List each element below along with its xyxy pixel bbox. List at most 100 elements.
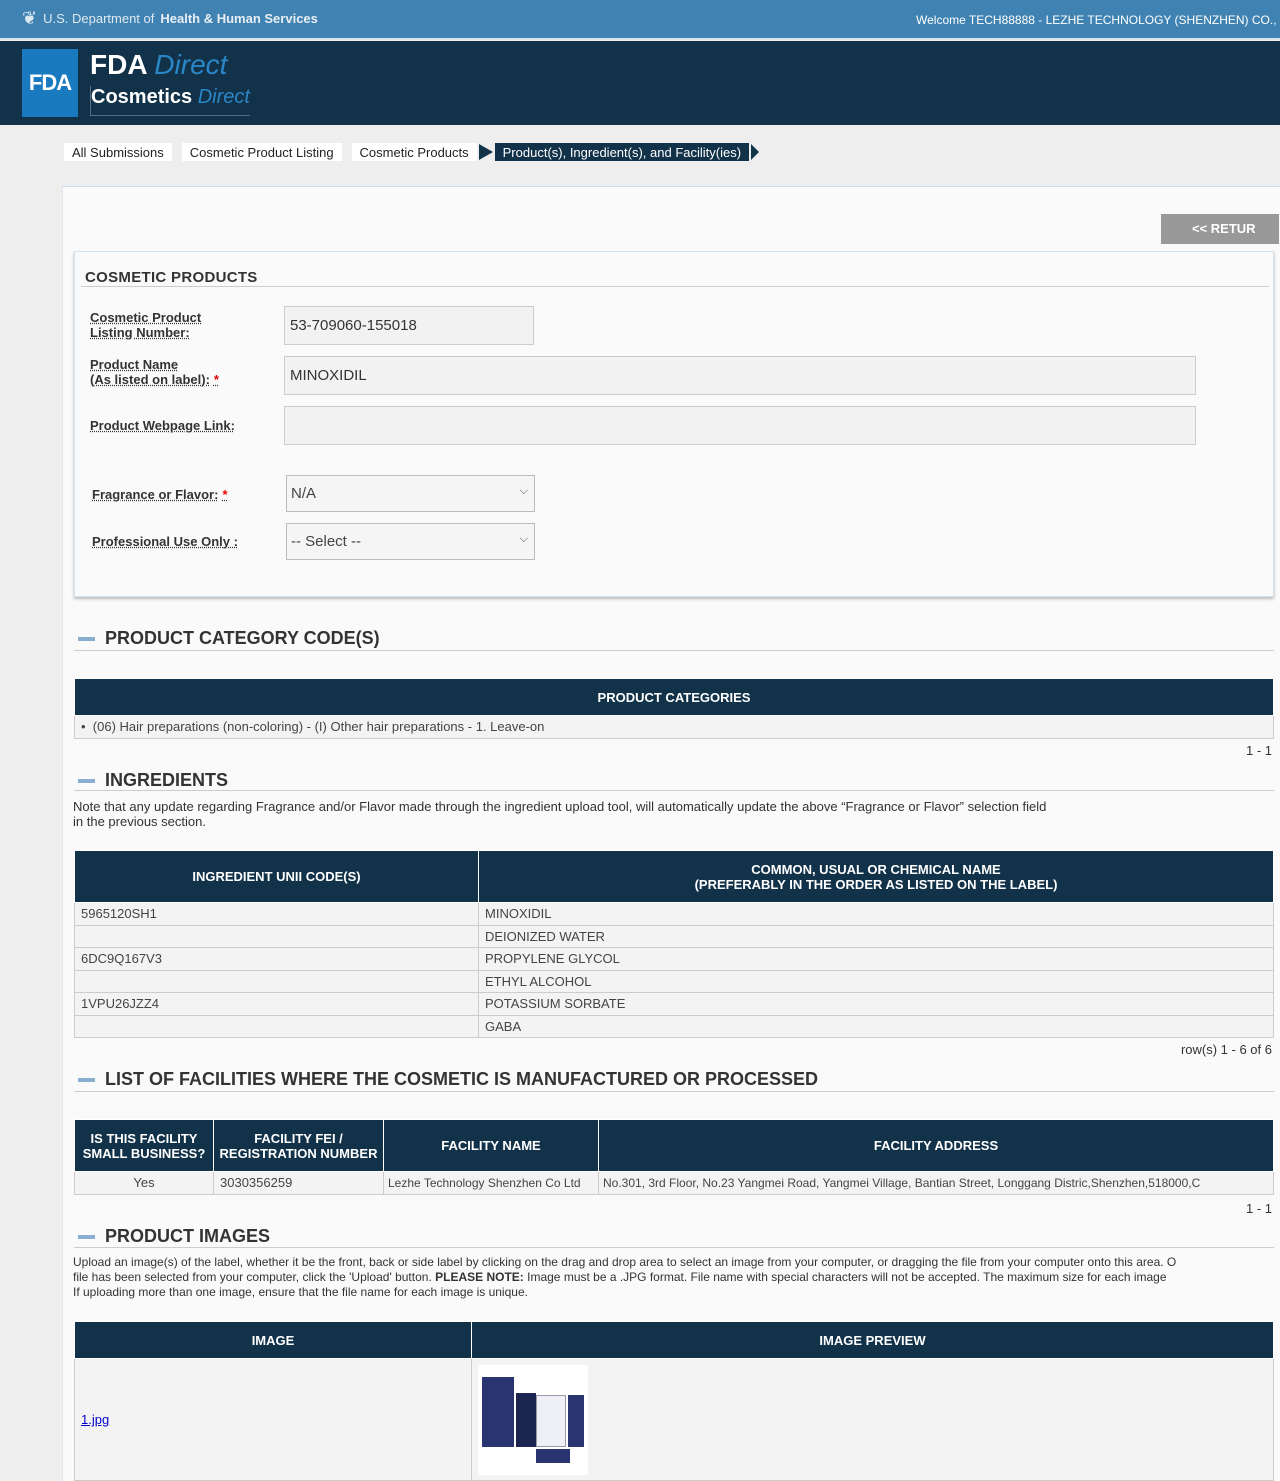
table-row: 1.jpg bbox=[74, 1358, 1274, 1481]
professional-use-select[interactable]: -- Select -- ⌵ bbox=[286, 523, 535, 560]
product-name-label: Product Name (As listed on label): * bbox=[90, 357, 219, 387]
image-file-cell: 1.jpg bbox=[74, 1358, 472, 1481]
hhs-name: Health & Human Services bbox=[160, 11, 318, 26]
unii-cell: 5965120SH1 bbox=[74, 902, 479, 926]
unii-cell: 1VPU26JZZ4 bbox=[74, 992, 479, 1016]
categories-table: PRODUCT CATEGORIES • (06) Hair preparati… bbox=[74, 678, 1274, 739]
fragrance-value: N/A bbox=[291, 485, 317, 502]
collapse-icon[interactable] bbox=[78, 1234, 95, 1239]
chemical-name-cell: GABA bbox=[478, 1014, 1274, 1038]
categories-pager: 1 - 1 bbox=[1245, 743, 1272, 758]
unii-cell bbox=[74, 969, 479, 993]
brand-cosmetics: Cosmetics bbox=[91, 86, 193, 108]
cosmetic-products-form: COSMETIC PRODUCTS Cosmetic Product Listin… bbox=[74, 251, 1274, 597]
webpage-link-label: Product Webpage Link: bbox=[90, 418, 235, 433]
col-chemical-name: COMMON, USUAL OR CHEMICAL NAME (PREFERABL… bbox=[478, 850, 1274, 903]
image-file-link[interactable]: 1.jpg bbox=[81, 1412, 109, 1427]
breadcrumb-all-submissions[interactable]: All Submissions bbox=[64, 143, 172, 161]
ingredients-pager: row(s) 1 - 6 of 6 bbox=[1180, 1042, 1272, 1057]
images-section-header[interactable]: PRODUCT IMAGES bbox=[78, 1226, 270, 1247]
ingredients-section-header[interactable]: INGREDIENTS bbox=[78, 770, 228, 791]
col-product-categories: PRODUCT CATEGORIES bbox=[74, 678, 1274, 716]
breadcrumb-current: Product(s), Ingredient(s), and Facility(… bbox=[478, 143, 760, 161]
col-image-preview: IMAGE PREVIEW bbox=[471, 1321, 1274, 1359]
thumbnail-box-label bbox=[536, 1394, 566, 1447]
main-panel: << RETUR COSMETIC PRODUCTS Cosmetic Prod… bbox=[62, 186, 1280, 1481]
fragrance-label: Fragrance or Flavor: * bbox=[92, 487, 228, 502]
col-unii: INGREDIENT UNII CODE(S) bbox=[74, 850, 479, 903]
table-row: • (06) Hair preparations (non-coloring) … bbox=[74, 715, 1274, 739]
breadcrumb-cosmetic-products[interactable]: Cosmetic Products bbox=[351, 143, 477, 161]
product-name-field[interactable]: MINOXIDIL bbox=[284, 356, 1196, 395]
fei-cell: 3030356259 bbox=[213, 1171, 384, 1195]
facility-address-cell: No.301, 3rd Floor, No.23 Yangmei Road, Y… bbox=[598, 1171, 1274, 1195]
site-header: FDA FDA Direct Cosmetics Direct bbox=[0, 41, 1280, 125]
cosmetics-direct-brand: Cosmetics Direct bbox=[90, 86, 250, 116]
divider bbox=[74, 1091, 1274, 1092]
chemical-name-cell: MINOXIDIL bbox=[478, 902, 1274, 926]
images-title: PRODUCT IMAGES bbox=[105, 1226, 271, 1246]
ingredients-title: INGREDIENTS bbox=[105, 770, 229, 790]
small-business-cell: Yes bbox=[74, 1171, 214, 1195]
collapse-icon[interactable] bbox=[78, 1077, 95, 1082]
hhs-eagle-icon: ❦ bbox=[22, 8, 38, 28]
divider bbox=[74, 650, 1274, 651]
thumbnail-box-bottom bbox=[536, 1448, 570, 1463]
thumbnail-box-back bbox=[568, 1394, 584, 1447]
categories-title: PRODUCT CATEGORY CODE(S) bbox=[105, 628, 380, 648]
categories-section-header[interactable]: PRODUCT CATEGORY CODE(S) bbox=[78, 628, 380, 649]
divider bbox=[74, 790, 1274, 791]
hhs-prefix: U.S. Department of bbox=[43, 11, 155, 26]
unii-cell: 6DC9Q167V3 bbox=[74, 947, 479, 971]
divider bbox=[81, 286, 1269, 287]
chevron-down-icon: ⌵ bbox=[519, 533, 528, 545]
welcome-text: Welcome TECH88888 - LEZHE TECHNOLOGY (SH… bbox=[916, 13, 1280, 27]
table-row: DEIONIZED WATER bbox=[74, 924, 1274, 948]
collapse-icon[interactable] bbox=[78, 778, 95, 783]
unii-cell bbox=[74, 1014, 479, 1038]
table-row: 1VPU26JZZ4 POTASSIUM SORBATE bbox=[74, 992, 1274, 1016]
chemical-name-cell: PROPYLENE GLYCOL bbox=[478, 947, 1274, 971]
facility-name-cell: Lezhe Technology Shenzhen Co Ltd bbox=[383, 1171, 599, 1195]
facilities-section-header[interactable]: LIST OF FACILITIES WHERE THE COSMETIC IS… bbox=[78, 1069, 818, 1090]
listing-number-label: Cosmetic Product Listing Number: bbox=[90, 310, 202, 340]
fda-logo[interactable]: FDA bbox=[22, 49, 78, 117]
thumbnail-box-side bbox=[516, 1392, 536, 1447]
table-row: ETHYL ALCOHOL bbox=[74, 969, 1274, 993]
chemical-name-cell: DEIONIZED WATER bbox=[478, 924, 1274, 948]
col-facility-name: FACILITY NAME bbox=[383, 1119, 599, 1172]
chemical-name-cell: ETHYL ALCOHOL bbox=[478, 969, 1274, 993]
divider bbox=[74, 1247, 1274, 1248]
webpage-link-field[interactable] bbox=[284, 406, 1196, 445]
chevron-down-icon: ⌵ bbox=[519, 485, 528, 497]
thumbnail-box-front bbox=[482, 1376, 514, 1447]
facilities-title: LIST OF FACILITIES WHERE THE COSMETIC IS… bbox=[105, 1069, 819, 1089]
hhs-topbar: ❦ U.S. Department of Health & Human Serv… bbox=[0, 0, 1280, 40]
brand-direct: Direct bbox=[154, 49, 228, 80]
brand-fda: FDA bbox=[90, 49, 147, 80]
facilities-table: IS THIS FACILITY SMALL BUSINESS? FACILITY… bbox=[74, 1119, 1274, 1195]
chemical-name-cell: POTASSIUM SORBATE bbox=[478, 992, 1274, 1016]
hhs-link[interactable]: ❦ U.S. Department of Health & Human Serv… bbox=[22, 8, 318, 29]
breadcrumb-cosmetic-product-listing[interactable]: Cosmetic Product Listing bbox=[181, 143, 342, 161]
images-note: Upload an image(s) of the label, whether… bbox=[73, 1255, 1177, 1299]
col-fei: FACILITY FEI / REGISTRATION NUMBER bbox=[213, 1119, 384, 1172]
fda-direct-brand: FDA Direct bbox=[90, 49, 227, 81]
collapse-icon[interactable] bbox=[78, 636, 95, 641]
table-row: 5965120SH1 MINOXIDIL bbox=[74, 902, 1274, 926]
product-image-thumbnail[interactable] bbox=[478, 1364, 588, 1475]
category-item: • (06) Hair preparations (non-coloring) … bbox=[74, 715, 1274, 739]
ingredients-table: INGREDIENT UNII CODE(S) COMMON, USUAL OR… bbox=[74, 850, 1274, 1038]
ingredients-note: Note that any update regarding Fragrance… bbox=[73, 799, 1047, 829]
listing-number-field[interactable]: 53-709060-155018 bbox=[284, 306, 534, 345]
unii-cell bbox=[74, 924, 479, 948]
table-row: 6DC9Q167V3 PROPYLENE GLYCOL bbox=[74, 947, 1274, 971]
fragrance-select[interactable]: N/A ⌵ bbox=[286, 475, 535, 512]
image-preview-cell bbox=[471, 1358, 1274, 1481]
return-button[interactable]: << RETUR bbox=[1161, 214, 1279, 244]
col-small-business: IS THIS FACILITY SMALL BUSINESS? bbox=[74, 1119, 214, 1172]
table-row: Yes 3030356259 Lezhe Technology Shenzhen… bbox=[74, 1171, 1274, 1195]
breadcrumb: All Submissions Cosmetic Product Listing… bbox=[64, 143, 760, 161]
table-row: GABA bbox=[74, 1014, 1274, 1038]
cosmetic-products-title: COSMETIC PRODUCTS bbox=[85, 269, 258, 286]
